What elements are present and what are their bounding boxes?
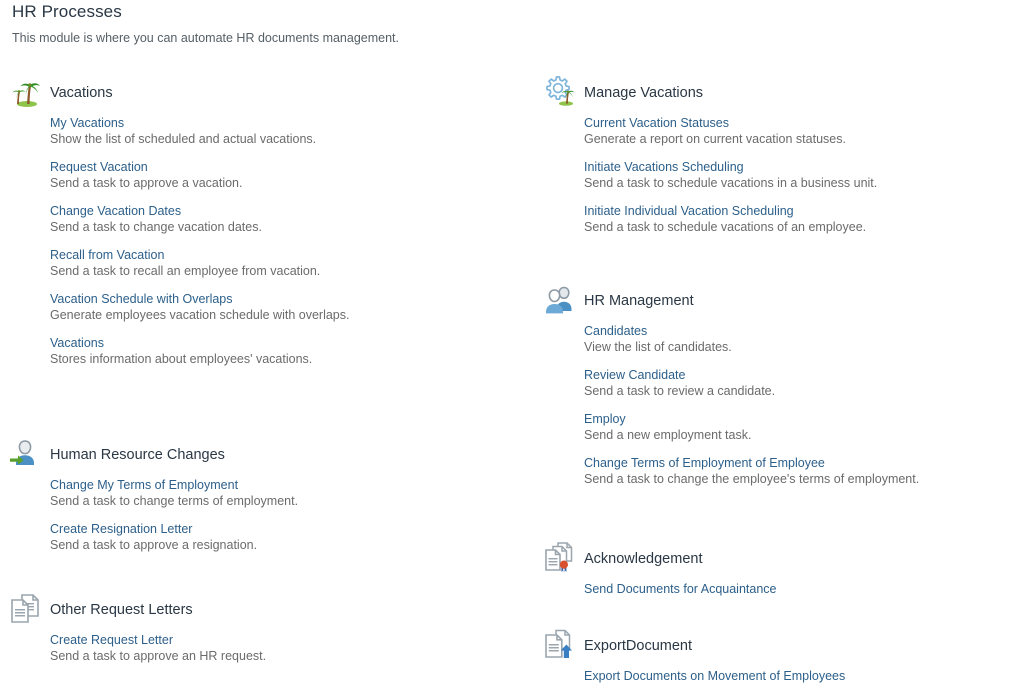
link-item: My Vacations Show the list of scheduled a… (50, 115, 508, 148)
hr-processes-page: HR Processes This module is where you ca… (0, 0, 1024, 691)
section-other-request-letters: Other Request Letters Create Request Lett… (8, 592, 508, 676)
section-links: My Vacations Show the list of scheduled a… (8, 115, 508, 368)
section-title: Vacations (50, 85, 113, 101)
section-title: Acknowledgement (584, 551, 703, 567)
link-item: Initiate Individual Vacation Scheduling S… (584, 203, 1024, 236)
link-item: Candidates View the list of candidates. (584, 323, 1024, 356)
link-item: Employ Send a new employment task. (584, 411, 1024, 444)
section-links: Change My Terms of Employment Send a task… (8, 477, 508, 554)
section-title: Manage Vacations (584, 85, 704, 101)
command-description: Send a task to change vacation dates. (50, 220, 262, 234)
command-description: Send a task to approve a vacation. (50, 176, 243, 190)
link-item: Change Vacation Dates Send a task to chan… (50, 203, 508, 236)
link-item: Review Candidate Send a task to review a … (584, 367, 1024, 400)
link-item: Create Request Letter Send a task to appr… (50, 632, 508, 665)
two-persons-icon (542, 283, 580, 323)
section-header-hr-management: HR Management (542, 283, 1024, 323)
section-title: HR Management (584, 293, 694, 309)
command-link[interactable]: Change Terms of Employment of Employee (584, 455, 1024, 471)
command-link[interactable]: Change Vacation Dates (50, 203, 508, 219)
gear-palm-icon (542, 75, 580, 115)
link-item: Current Vacation Statuses Generate a repo… (584, 115, 1024, 148)
command-link[interactable]: Review Candidate (584, 367, 1024, 383)
command-description: View the list of candidates. (584, 340, 732, 354)
command-link[interactable]: My Vacations (50, 115, 508, 131)
palm-tree-icon (8, 75, 46, 115)
section-human-resource-changes: Human Resource Changes Change My Terms of… (8, 437, 508, 565)
command-description: Show the list of scheduled and actual va… (50, 132, 317, 146)
section-acknowledgement: Acknowledgement Send Documents for Acquai… (542, 541, 1024, 611)
command-link[interactable]: Vacations (50, 335, 508, 351)
section-links: Current Vacation Statuses Generate a repo… (542, 115, 1024, 236)
command-link[interactable]: Initiate Vacations Scheduling (584, 159, 1024, 175)
command-description: Send a task to review a candidate. (584, 384, 776, 398)
command-description: Stores information about employees' vaca… (50, 352, 313, 366)
command-link[interactable]: Request Vacation (50, 159, 508, 175)
section-vacations: Vacations My Vacations Show the list of sc… (8, 75, 508, 379)
command-link[interactable]: Candidates (584, 323, 1024, 339)
command-link[interactable]: Change My Terms of Employment (50, 477, 508, 493)
command-link[interactable]: Initiate Individual Vacation Scheduling (584, 203, 1024, 219)
command-description: Send a task to approve an HR request. (50, 649, 267, 663)
section-links: Candidates View the list of candidates. Re… (542, 323, 1024, 488)
section-header-human-resource-changes: Human Resource Changes (8, 437, 508, 477)
link-item: Request Vacation Send a task to approve a… (50, 159, 508, 192)
section-header-acknowledgement: Acknowledgement (542, 541, 1024, 581)
section-links: Export Documents on Movement of Employee… (542, 668, 1024, 684)
page-title: HR Processes (12, 2, 122, 21)
link-item: Export Documents on Movement of Employee… (584, 668, 1024, 684)
page-subtitle: This module is where you can automate HR… (12, 31, 399, 45)
command-description: Send a task to change the employee's ter… (584, 472, 920, 486)
command-link[interactable]: Employ (584, 411, 1024, 427)
command-description: Send a new employment task. (584, 428, 752, 442)
person-arrow-icon (8, 437, 46, 477)
documents-icon (8, 592, 46, 632)
command-description: Generate a report on current vacation st… (584, 132, 846, 146)
section-hr-management: HR Management Candidates View the list of … (542, 283, 1024, 499)
section-manage-vacations: Manage Vacations Current Vacation Statuse… (542, 75, 1024, 247)
link-item: Vacation Schedule with Overlaps Generate … (50, 291, 508, 324)
section-header-export-document: ExportDocument (542, 628, 1024, 668)
section-header-other-request-letters: Other Request Letters (8, 592, 508, 632)
command-description: Send a task to approve a resignation. (50, 538, 258, 552)
section-export-document: ExportDocument Export Documents on Moveme… (542, 628, 1024, 698)
command-description: Send a task to recall an employee from v… (50, 264, 321, 278)
link-item: Send Documents for Acquaintance (584, 581, 1024, 597)
link-item: Change My Terms of Employment Send a task… (50, 477, 508, 510)
link-item: Initiate Vacations Scheduling Send a task… (584, 159, 1024, 192)
section-title: ExportDocument (584, 638, 692, 654)
section-header-manage-vacations: Manage Vacations (542, 75, 1024, 115)
section-title: Human Resource Changes (50, 447, 225, 463)
command-link[interactable]: Send Documents for Acquaintance (584, 581, 1024, 597)
link-item: Recall from Vacation Send a task to recal… (50, 247, 508, 280)
link-item: Change Terms of Employment of Employee Se… (584, 455, 1024, 488)
link-item: Vacations Stores information about employ… (50, 335, 508, 368)
link-item: Create Resignation Letter Send a task to … (50, 521, 508, 554)
command-link[interactable]: Create Request Letter (50, 632, 508, 648)
command-description: Send a task to schedule vacations of an … (584, 220, 867, 234)
command-description: Send a task to schedule vacations in a b… (584, 176, 878, 190)
command-link[interactable]: Current Vacation Statuses (584, 115, 1024, 131)
command-description: Generate employees vacation schedule wit… (50, 308, 350, 322)
command-link[interactable]: Create Resignation Letter (50, 521, 508, 537)
command-link[interactable]: Vacation Schedule with Overlaps (50, 291, 508, 307)
command-description: Send a task to change terms of employmen… (50, 494, 299, 508)
command-link[interactable]: Export Documents on Movement of Employee… (584, 668, 1024, 684)
section-title: Other Request Letters (50, 602, 193, 618)
documents-seal-icon (542, 541, 580, 581)
section-links: Send Documents for Acquaintance (542, 581, 1024, 597)
command-link[interactable]: Recall from Vacation (50, 247, 508, 263)
documents-upload-icon (542, 628, 580, 668)
section-links: Create Request Letter Send a task to appr… (8, 632, 508, 665)
section-header-vacations: Vacations (8, 75, 508, 115)
